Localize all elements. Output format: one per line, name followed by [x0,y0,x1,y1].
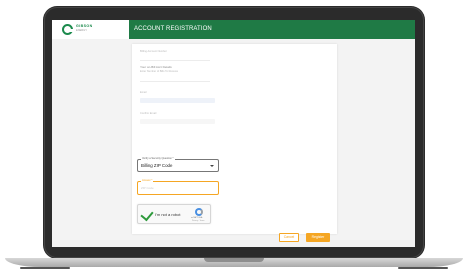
recaptcha-widget[interactable]: I'm not a robot reCAPTCHA Privacy - Term… [137,204,211,224]
billing-account-label: Billing Account Number [140,50,167,53]
account-hint: Your on-Bill Acct Details [140,65,172,69]
logo-mark-icon [62,24,73,35]
security-question-legend: Verify a Security Question * [141,157,175,160]
logo-subtitle: ENERGY [76,29,87,32]
confirm-email-label: Confirm Email [140,112,157,115]
page-title: ACCOUNT REGISTRATION [134,26,212,32]
security-question-value: Billing ZIP Code [141,163,173,168]
zip-code-legend: Answer * [141,179,154,182]
recaptcha-brand: reCAPTCHA [191,217,203,219]
laptop-notch [204,258,264,262]
checkmark-icon[interactable] [140,207,154,222]
account-subhint: Enter Number of Bills To Receive [140,70,179,73]
zip-code-placeholder: ZIP Code [141,186,154,190]
logo-name: GIBSON [76,24,93,28]
email-field[interactable] [140,98,215,103]
registration-card: Billing Account Number Your on-Bill Acct… [132,44,337,242]
account-subfield[interactable] [140,81,210,82]
header-bar: ACCOUNT REGISTRATION [129,20,415,39]
laptop-screen: GIBSON ENERGY ACCOUNT REGISTRATION Billi… [52,20,415,247]
email-label: Email [140,91,147,94]
billing-account-field[interactable] [140,60,210,61]
cancel-button[interactable]: Cancel [279,233,299,242]
zip-code-field[interactable]: Answer * ZIP Code [137,179,219,195]
recaptcha-logo-icon [195,208,203,216]
recaptcha-terms-link[interactable]: Privacy - Terms [192,220,204,222]
confirm-email-field[interactable] [140,119,215,124]
chevron-down-icon [210,165,214,167]
laptop-foot-left [20,267,70,269]
security-question-select[interactable]: Verify a Security Question * Billing ZIP… [137,157,219,172]
logo[interactable]: GIBSON ENERGY [52,20,130,39]
recaptcha-label: I'm not a robot [155,212,181,217]
laptop-foot-right [398,267,448,269]
register-button[interactable]: Register [306,233,330,242]
